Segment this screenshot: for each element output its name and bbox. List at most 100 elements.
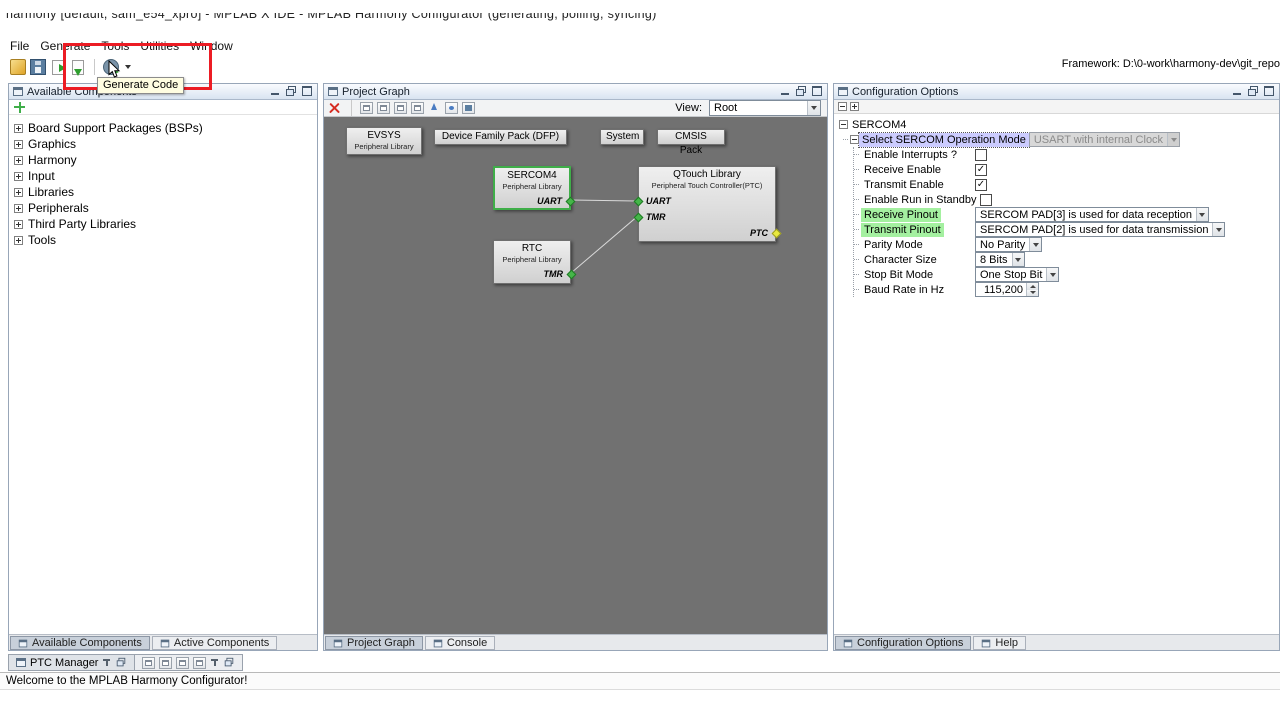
maximize-icon[interactable] — [811, 86, 823, 97]
config-root-sercom4[interactable]: SERCOM4 — [839, 117, 1279, 132]
tree-item-peripherals[interactable]: Peripherals — [9, 200, 317, 216]
add-component-icon[interactable] — [14, 102, 25, 113]
expand-all-icon[interactable] — [850, 102, 859, 111]
transmit-enable-checkbox[interactable]: ✓ — [975, 179, 987, 191]
save-icon[interactable] — [30, 59, 46, 75]
config-row-parity-mode[interactable]: Parity Mode No Parity — [854, 237, 1279, 252]
chevron-down-icon[interactable] — [1196, 208, 1208, 221]
chevron-down-icon[interactable] — [1046, 268, 1058, 281]
new-window-icon[interactable] — [360, 102, 373, 114]
menu-generate[interactable]: Generate — [40, 39, 90, 54]
receive-pinout-select[interactable]: SERCOM PAD[3] is used for data reception — [975, 207, 1209, 222]
node-rtc[interactable]: RTC Peripheral Library TMR — [493, 240, 571, 284]
minimize-icon[interactable] — [1231, 86, 1243, 97]
minimize-icon[interactable] — [779, 86, 791, 97]
config-row-enable-interrupts[interactable]: Enable Interrupts ? — [854, 147, 1279, 162]
window-icon[interactable] — [176, 657, 189, 669]
config-row-transmit-enable[interactable]: Transmit Enable ✓ — [854, 177, 1279, 192]
node-sercom4[interactable]: SERCOM4 Peripheral Library UART — [493, 166, 571, 210]
view-select[interactable]: Root — [709, 100, 821, 116]
float-window-icon[interactable] — [795, 86, 807, 97]
maximize-icon[interactable] — [301, 86, 313, 97]
collapse-icon[interactable] — [839, 120, 848, 129]
receive-enable-checkbox[interactable]: ✓ — [975, 164, 987, 176]
stop-bit-mode-select[interactable]: One Stop Bit — [975, 267, 1059, 282]
tree-item-input[interactable]: Input — [9, 168, 317, 184]
window-icon[interactable] — [142, 657, 155, 669]
delete-node-icon[interactable] — [329, 103, 340, 114]
tile-window-icon[interactable] — [394, 102, 407, 114]
config-row-run-in-standby[interactable]: Enable Run in Standby — [854, 192, 1279, 207]
tree-item-harmony[interactable]: Harmony — [9, 152, 317, 168]
collapse-icon[interactable] — [850, 135, 859, 144]
harmony-icon[interactable] — [10, 59, 26, 75]
tab-help[interactable]: Help — [973, 636, 1026, 650]
save-graph-icon[interactable] — [462, 102, 475, 114]
tab-active-components[interactable]: Active Components — [152, 636, 277, 650]
config-row-receive-enable[interactable]: Receive Enable ✓ — [854, 162, 1279, 177]
window-icon[interactable] — [159, 657, 172, 669]
chevron-down-icon[interactable] — [1029, 238, 1041, 251]
tree-item-bsp[interactable]: Board Support Packages (BSPs) — [9, 120, 317, 136]
enable-interrupts-checkbox[interactable] — [975, 149, 987, 161]
expand-icon[interactable] — [14, 236, 23, 245]
tree-item-libraries[interactable]: Libraries — [9, 184, 317, 200]
zoom-fit-icon[interactable] — [445, 102, 458, 114]
transmit-pinout-select[interactable]: SERCOM PAD[2] is used for data transmiss… — [975, 222, 1225, 237]
pin-icon[interactable] — [102, 658, 111, 667]
expand-icon[interactable] — [14, 140, 23, 149]
chevron-down-icon[interactable] — [807, 101, 820, 115]
menu-window[interactable]: Window — [190, 39, 233, 54]
import-icon[interactable] — [52, 60, 64, 75]
expand-icon[interactable] — [14, 172, 23, 181]
node-qtouch-library[interactable]: QTouch Library Peripheral Touch Controll… — [638, 166, 776, 242]
config-row-receive-pinout[interactable]: Receive Pinout SERCOM PAD[3] is used for… — [854, 207, 1279, 222]
node-cmsis-pack[interactable]: CMSIS Pack — [657, 129, 725, 145]
expand-icon[interactable] — [14, 188, 23, 197]
chevron-down-icon[interactable] — [1212, 223, 1224, 236]
export-icon[interactable] — [72, 60, 84, 75]
float-window-icon[interactable] — [1247, 86, 1259, 97]
tab-console[interactable]: Console — [425, 636, 495, 650]
menu-utilities[interactable]: Utilities — [140, 39, 179, 54]
close-window-icon[interactable] — [411, 102, 424, 114]
node-device-family-pack[interactable]: Device Family Pack (DFP) — [434, 129, 567, 145]
graph-canvas[interactable]: EVSYS Peripheral Library Device Family P… — [324, 117, 827, 634]
tab-configuration-options[interactable]: Configuration Options — [835, 636, 971, 650]
pin-icon[interactable] — [210, 658, 219, 667]
config-row-transmit-pinout[interactable]: Transmit Pinout SERCOM PAD[2] is used fo… — [854, 222, 1279, 237]
menu-tools[interactable]: Tools — [101, 39, 129, 54]
character-size-select[interactable]: 8 Bits — [975, 252, 1025, 267]
float-window-icon[interactable] — [116, 658, 126, 667]
spinner-down-icon[interactable] — [1027, 290, 1038, 297]
move-up-icon[interactable] — [428, 102, 441, 114]
baud-rate-spinner[interactable]: 115,200 — [975, 282, 1039, 297]
chevron-down-icon[interactable] — [1012, 253, 1024, 266]
config-row-character-size[interactable]: Character Size 8 Bits — [854, 252, 1279, 267]
minimize-icon[interactable] — [269, 86, 281, 97]
tree-item-tools[interactable]: Tools — [9, 232, 317, 248]
operation-mode-select[interactable]: USART with internal Clock — [1029, 132, 1180, 147]
maximize-icon[interactable] — [1263, 86, 1275, 97]
tree-item-graphics[interactable]: Graphics — [9, 136, 317, 152]
config-row-stop-bit-mode[interactable]: Stop Bit Mode One Stop Bit — [854, 267, 1279, 282]
float-window-icon[interactable] — [285, 86, 297, 97]
collapse-all-icon[interactable] — [838, 102, 847, 111]
tab-ptc-manager[interactable]: PTC Manager — [8, 654, 135, 671]
tree-item-third-party[interactable]: Third Party Libraries — [9, 216, 317, 232]
window-icon[interactable] — [193, 657, 206, 669]
config-row-operation-mode[interactable]: Select SERCOM Operation Mode USART with … — [843, 132, 1279, 147]
cascade-window-icon[interactable] — [377, 102, 390, 114]
node-system[interactable]: System — [600, 129, 644, 145]
generate-code-caret-icon[interactable] — [125, 65, 131, 69]
menu-file[interactable]: File — [10, 39, 29, 54]
expand-icon[interactable] — [14, 156, 23, 165]
node-evsys[interactable]: EVSYS Peripheral Library — [346, 127, 422, 155]
float-window-icon[interactable] — [224, 658, 234, 667]
run-in-standby-checkbox[interactable] — [980, 194, 992, 206]
config-row-baud-rate[interactable]: Baud Rate in Hz 115,200 — [854, 282, 1279, 297]
expand-icon[interactable] — [14, 124, 23, 133]
tab-available-components[interactable]: Available Components — [10, 636, 150, 650]
expand-icon[interactable] — [14, 204, 23, 213]
parity-mode-select[interactable]: No Parity — [975, 237, 1042, 252]
